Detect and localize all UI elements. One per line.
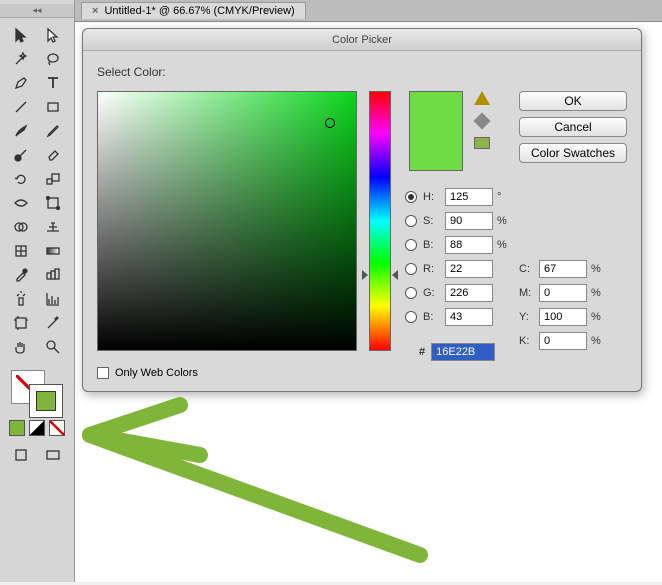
tool-grid [1, 18, 73, 364]
toolbox-panel: ◂◂ [0, 0, 75, 582]
slice-tool[interactable] [39, 312, 67, 334]
toolbox-collapse[interactable]: ◂◂ [0, 4, 74, 18]
rectangle-tool[interactable] [39, 96, 67, 118]
type-tool[interactable] [39, 72, 67, 94]
gradient-tool[interactable] [39, 240, 67, 262]
selection-tool[interactable] [7, 24, 35, 46]
b-input[interactable] [445, 236, 493, 254]
rgb-b-input[interactable] [445, 308, 493, 326]
symbol-sprayer-tool[interactable] [7, 288, 35, 310]
m-input[interactable] [539, 284, 587, 302]
rgb-b-label: B: [423, 311, 441, 323]
eyedropper-tool[interactable] [7, 264, 35, 286]
out-of-gamut-icon[interactable] [474, 91, 490, 105]
color-picker-dialog: Color Picker Select Color: OK Cancel Col… [82, 28, 642, 392]
column-graph-tool[interactable] [39, 288, 67, 310]
blend-tool[interactable] [39, 264, 67, 286]
fill-stroke-swatches [9, 370, 65, 416]
s-input[interactable] [445, 212, 493, 230]
zoom-tool[interactable] [39, 336, 67, 358]
draw-mode[interactable] [7, 444, 35, 466]
pencil-tool[interactable] [39, 120, 67, 142]
web-colors-label: Only Web Colors [115, 367, 198, 379]
r-label: R: [423, 263, 441, 275]
h-label: H: [423, 191, 441, 203]
direct-selection-tool[interactable] [39, 24, 67, 46]
cube-icon[interactable] [474, 113, 491, 130]
pen-tool[interactable] [7, 72, 35, 94]
hand-tool[interactable] [7, 336, 35, 358]
m-label: M: [519, 287, 535, 299]
artboard-tool[interactable] [7, 312, 35, 334]
scale-tool[interactable] [39, 168, 67, 190]
r-input[interactable] [445, 260, 493, 278]
k-input[interactable] [539, 332, 587, 350]
rotate-tool[interactable] [7, 168, 35, 190]
document-title: Untitled-1* @ 66.67% (CMYK/Preview) [104, 5, 294, 17]
r-radio[interactable] [405, 263, 417, 275]
k-label: K: [519, 335, 535, 347]
hsb-rgb-fields: H: ° S: % B: % R: G: [405, 185, 509, 329]
ok-button[interactable]: OK [519, 91, 627, 111]
hex-prefix: # [419, 346, 425, 358]
hue-indicator-left [362, 270, 368, 280]
saturation-brightness-field[interactable] [97, 91, 357, 351]
mesh-tool[interactable] [7, 240, 35, 262]
gamut-swatch[interactable] [474, 137, 490, 149]
magic-wand-tool[interactable] [7, 48, 35, 70]
width-tool[interactable] [7, 192, 35, 214]
free-transform-tool[interactable] [39, 192, 67, 214]
screen-mode[interactable] [39, 444, 67, 466]
hue-slider[interactable] [369, 91, 391, 351]
document-tab-bar: × Untitled-1* @ 66.67% (CMYK/Preview) [75, 0, 662, 22]
y-input[interactable] [539, 308, 587, 326]
h-radio[interactable] [405, 191, 417, 203]
select-color-label: Select Color: [97, 65, 627, 79]
eraser-tool[interactable] [39, 144, 67, 166]
s-radio[interactable] [405, 215, 417, 227]
b-radio[interactable] [405, 239, 417, 251]
color-mode-solid[interactable] [9, 420, 25, 436]
color-swatches-button[interactable]: Color Swatches [519, 143, 627, 163]
c-input[interactable] [539, 260, 587, 278]
document-tab[interactable]: × Untitled-1* @ 66.67% (CMYK/Preview) [81, 2, 306, 19]
close-icon[interactable]: × [92, 5, 98, 17]
shape-builder-tool[interactable] [7, 216, 35, 238]
g-input[interactable] [445, 284, 493, 302]
cmyk-fields: C: % M: % Y: % K: % [519, 257, 603, 353]
c-label: C: [519, 263, 535, 275]
lasso-tool[interactable] [39, 48, 67, 70]
color-preview [409, 91, 463, 171]
perspective-grid-tool[interactable] [39, 216, 67, 238]
rgb-b-radio[interactable] [405, 311, 417, 323]
cancel-button[interactable]: Cancel [519, 117, 627, 137]
color-mode-none[interactable] [49, 420, 65, 436]
b-label: B: [423, 239, 441, 251]
s-label: S: [423, 215, 441, 227]
web-colors-checkbox[interactable] [97, 367, 109, 379]
blob-brush-tool[interactable] [7, 144, 35, 166]
line-tool[interactable] [7, 96, 35, 118]
screen-mode-row [7, 444, 67, 466]
y-label: Y: [519, 311, 535, 323]
dialog-title[interactable]: Color Picker [83, 29, 641, 51]
h-input[interactable] [445, 188, 493, 206]
color-mode-gradient[interactable] [29, 420, 45, 436]
paintbrush-tool[interactable] [7, 120, 35, 142]
stroke-swatch[interactable] [29, 384, 63, 418]
g-label: G: [423, 287, 441, 299]
hex-input[interactable] [431, 343, 495, 361]
hue-indicator-right [392, 270, 398, 280]
color-mode-row [9, 420, 65, 436]
deg-unit: ° [497, 191, 509, 203]
color-marker[interactable] [325, 118, 335, 128]
g-radio[interactable] [405, 287, 417, 299]
